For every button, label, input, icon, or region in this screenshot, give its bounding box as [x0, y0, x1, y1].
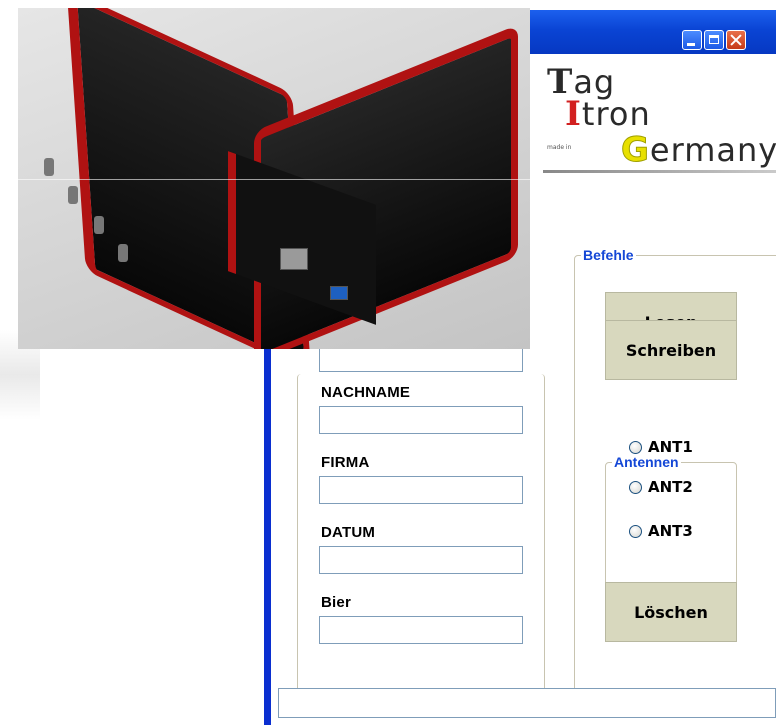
befehle-title: Befehle — [581, 247, 636, 263]
schreiben-button[interactable]: Schreiben — [605, 320, 737, 380]
datum-input[interactable] — [319, 546, 523, 574]
device-photo — [18, 8, 530, 349]
connector — [118, 244, 128, 262]
close-icon[interactable] — [726, 30, 746, 50]
maximize-icon[interactable] — [704, 30, 724, 50]
radio-label-ant2: ANT2 — [648, 478, 693, 496]
radio-label-ant3: ANT3 — [648, 522, 693, 540]
photo-seam — [18, 179, 530, 180]
blue-port — [330, 286, 348, 300]
connector — [94, 216, 104, 234]
radio-ant1[interactable]: ANT1 — [629, 438, 693, 456]
radio-ant3[interactable]: ANT3 — [629, 522, 693, 540]
firma-label: FIRMA — [321, 454, 370, 471]
radio-icon[interactable] — [629, 480, 642, 494]
nachname-label: NACHNAME — [321, 384, 411, 401]
antennen-title: Antennen — [612, 454, 681, 470]
firma-input[interactable] — [319, 476, 523, 504]
bier-label: Bier — [321, 594, 351, 611]
logo-underline — [543, 170, 776, 173]
radio-icon[interactable] — [629, 524, 642, 538]
bier-input[interactable] — [319, 616, 523, 644]
radio-icon[interactable] — [629, 440, 642, 454]
radio-label-ant1: ANT1 — [648, 438, 693, 456]
nachname-input[interactable] — [319, 406, 523, 434]
minimize-icon[interactable] — [682, 30, 702, 50]
status-bar — [278, 688, 776, 718]
ethernet-port — [280, 248, 308, 270]
radio-ant2[interactable]: ANT2 — [629, 478, 693, 496]
datum-label: DATUM — [321, 524, 376, 541]
tagitron-logo: Tag Itron made in Germany — [543, 60, 776, 173]
loeschen-button[interactable]: Löschen — [605, 582, 737, 642]
connector — [68, 186, 78, 204]
connector — [44, 158, 54, 176]
